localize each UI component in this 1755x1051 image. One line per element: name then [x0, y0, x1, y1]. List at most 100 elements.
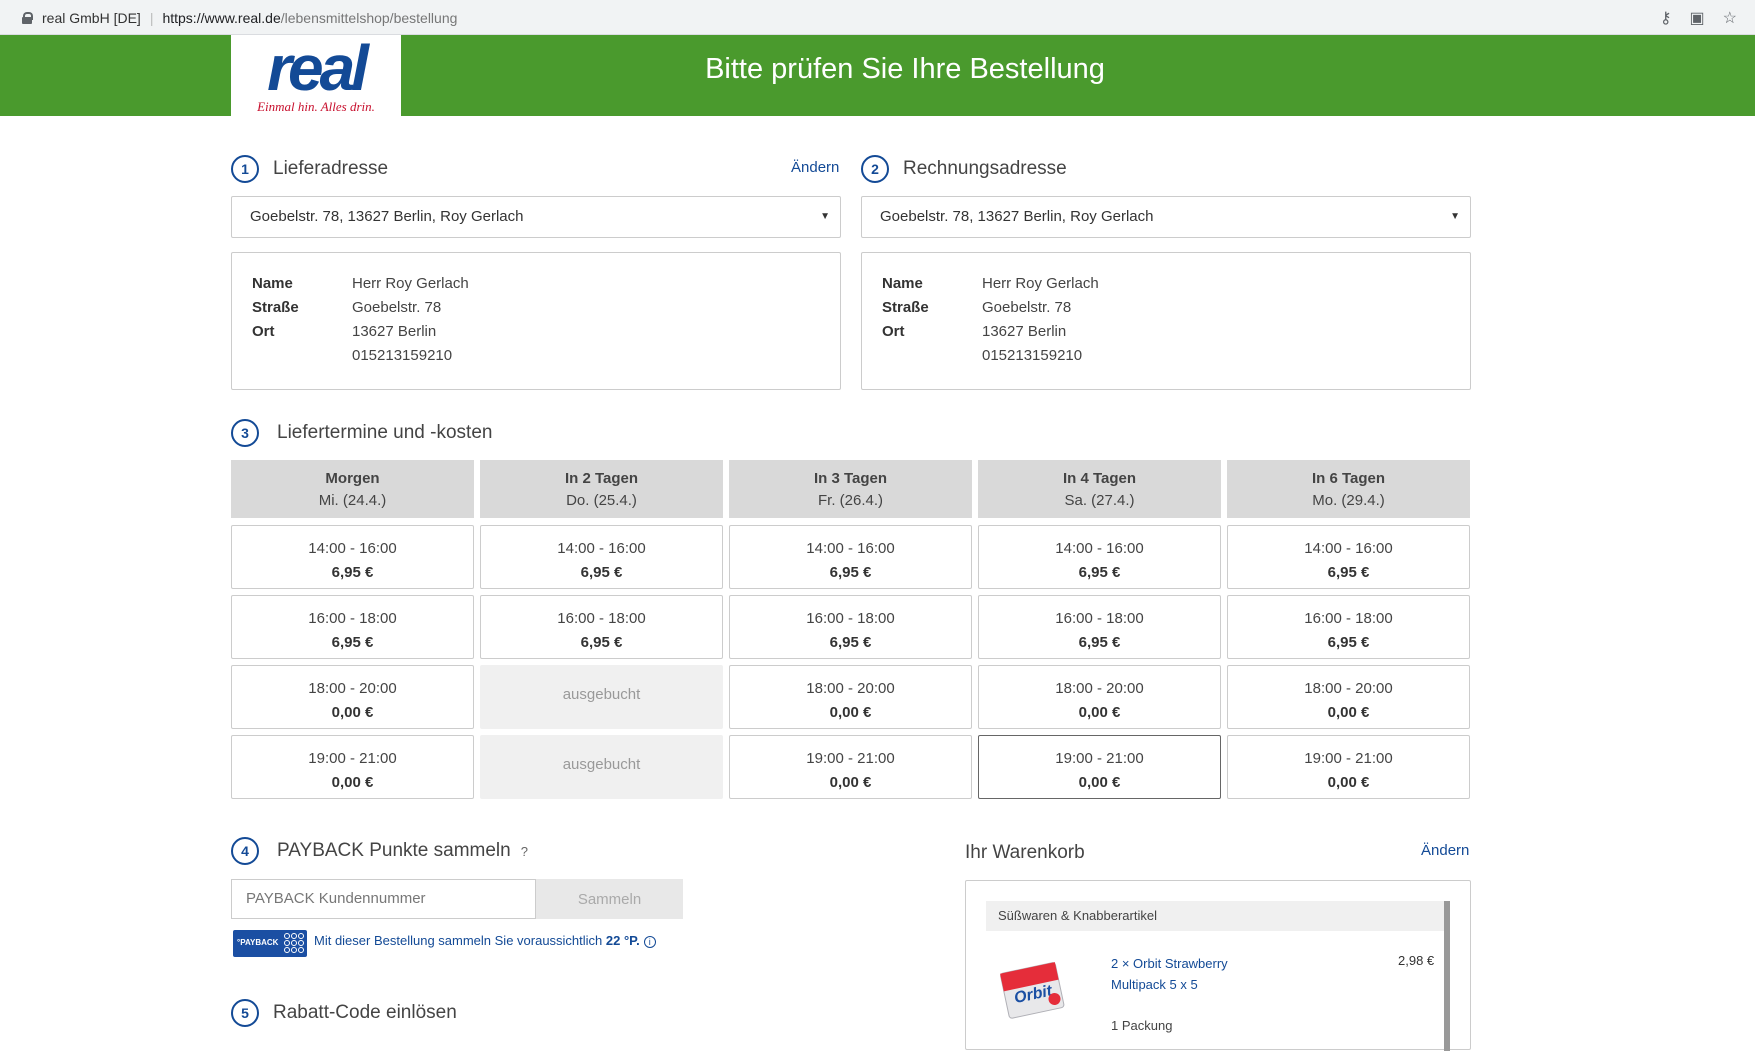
info-icon[interactable]: i [643, 936, 656, 948]
phone-value: 015213159210 [352, 347, 453, 364]
site-owner: real GmbH [DE] [42, 9, 141, 26]
step-number: 1 [231, 155, 259, 183]
slot-option[interactable]: 18:00 - 20:00 0,00 € [1227, 665, 1470, 729]
slot-booked: ausgebucht [480, 665, 723, 729]
change-cart-link[interactable]: Ändern [1421, 842, 1469, 859]
section-title: Rabatt-Code einlösen [273, 1002, 457, 1023]
slot-option[interactable]: 14:00 - 16:00 6,95 € [480, 525, 723, 589]
payback-logo-text: °PAYBACK [237, 938, 279, 947]
delivery-address-select[interactable]: Goebelstr. 78, 13627 Berlin, Roy Gerlach… [231, 196, 841, 238]
payback-number-input[interactable]: PAYBACK Kundennummer [231, 879, 536, 919]
translate-icon[interactable]: ▣ [1690, 8, 1705, 28]
slot-booked: ausgebucht [480, 735, 723, 799]
slot-option[interactable]: 14:00 - 16:00 6,95 € [1227, 525, 1470, 589]
day-date: Fr. (26.4.) [817, 492, 884, 509]
slot-time: 16:00 - 18:00 [557, 610, 646, 627]
slot-price: 0,00 € [1327, 704, 1370, 721]
page-title: Bitte prüfen Sie Ihre Bestellung [705, 53, 1105, 85]
slot-time: 16:00 - 18:00 [806, 610, 895, 627]
slot-option[interactable]: 14:00 - 16:00 6,95 € [978, 525, 1221, 589]
slot-option[interactable]: 19:00 - 21:00 0,00 € [1227, 735, 1470, 799]
slot-option[interactable]: 16:00 - 18:00 6,95 € [729, 595, 972, 659]
slot-option[interactable]: 16:00 - 18:00 6,95 € [978, 595, 1221, 659]
billing-address-details: Name Herr Roy Gerlach Straße Goebelstr. 78… [861, 252, 1471, 390]
collect-points-button[interactable]: Sammeln [536, 879, 683, 919]
product-image[interactable]: Orbit [998, 953, 1070, 1025]
discount-heading: 5 Rabatt-Code einlösen [231, 999, 457, 1027]
billing-address-select[interactable]: Goebelstr. 78, 13627 Berlin, Roy Gerlach… [861, 196, 1471, 238]
real-logo[interactable]: real Einmal hin. Alles drin. [231, 35, 401, 116]
slot-time: 18:00 - 20:00 [806, 680, 895, 697]
billing-address-heading: 2 Rechnungsadresse [861, 155, 1067, 183]
slot-price: 6,95 € [580, 634, 623, 651]
step-number: 2 [861, 155, 889, 183]
slot-option[interactable]: 18:00 - 20:00 0,00 € [231, 665, 474, 729]
section-title: PAYBACK Punkte sammeln [277, 840, 511, 861]
slot-option[interactable]: 14:00 - 16:00 6,95 € [231, 525, 474, 589]
slot-price: 0,00 € [1327, 774, 1370, 791]
url-path: /lebensmittelshop/bestellung [280, 9, 458, 26]
cart-panel: Süßwaren & Knabberartikel Orbit 2 × Orbi… [965, 880, 1471, 1051]
section-title: Rechnungsadresse [903, 158, 1067, 179]
payback-heading: 4 PAYBACK Punkte sammeln ? [231, 837, 528, 865]
slot-time: 16:00 - 18:00 [308, 610, 397, 627]
street-label: Straße [252, 299, 299, 316]
slot-price: 6,95 € [580, 564, 623, 581]
slot-price: 6,95 € [1327, 564, 1370, 581]
day-label: Morgen [325, 470, 380, 487]
slot-time: 18:00 - 20:00 [1304, 680, 1393, 697]
cart-scrollbar[interactable] [1444, 901, 1450, 1051]
slot-price: 0,00 € [1078, 704, 1121, 721]
day-header: Morgen Mi. (24.4.) [231, 460, 474, 518]
slot-option[interactable]: 19:00 - 21:00 0,00 € [231, 735, 474, 799]
slot-option[interactable]: 16:00 - 18:00 6,95 € [231, 595, 474, 659]
slot-price: 0,00 € [331, 704, 374, 721]
delivery-address-heading: 1 Lieferadresse [231, 155, 388, 183]
slot-option[interactable]: 18:00 - 20:00 0,00 € [729, 665, 972, 729]
day-label: In 4 Tagen [1062, 470, 1137, 487]
slot-option[interactable]: 14:00 - 16:00 6,95 € [729, 525, 972, 589]
section-title: Lieferadresse [273, 158, 389, 179]
slot-time: 14:00 - 16:00 [1304, 540, 1393, 557]
payback-logo: °PAYBACK [233, 930, 307, 957]
slot-time: 14:00 - 16:00 [1055, 540, 1144, 557]
slot-price: 6,95 € [331, 634, 374, 651]
slot-time: 16:00 - 18:00 [1304, 610, 1393, 627]
payback-note-text: Mit dieser Bestellung sammeln Sie voraus… [314, 933, 606, 948]
slot-selected[interactable]: 19:00 - 21:00 0,00 € [978, 735, 1221, 799]
slot-price: 0,00 € [1078, 774, 1121, 791]
url-field[interactable]: real GmbH [DE] | https://www.real.de/leb… [8, 4, 1658, 31]
slot-time: 14:00 - 16:00 [308, 540, 397, 557]
step-number: 5 [231, 999, 259, 1027]
slot-option[interactable]: 16:00 - 18:00 6,95 € [1227, 595, 1470, 659]
slot-option[interactable]: 19:00 - 21:00 0,00 € [729, 735, 972, 799]
day-label: In 6 Tagen [1311, 470, 1386, 487]
slot-time: 18:00 - 20:00 [308, 680, 397, 697]
lock-icon [22, 11, 33, 24]
slot-option[interactable]: 16:00 - 18:00 6,95 € [480, 595, 723, 659]
day-header: In 6 Tagen Mo. (29.4.) [1227, 460, 1470, 518]
slot-price: 6,95 € [829, 634, 872, 651]
key-icon[interactable]: ⚷ [1660, 8, 1672, 28]
name-label: Name [882, 275, 923, 292]
phone-value: 015213159210 [982, 347, 1083, 364]
name-label: Name [252, 275, 293, 292]
delivery-slots-heading: 3 Liefertermine und -kosten [231, 419, 492, 447]
day-date: Mo. (29.4.) [1312, 492, 1385, 509]
day-header: In 3 Tagen Fr. (26.4.) [729, 460, 972, 518]
product-price: 2,98 € [1398, 953, 1435, 968]
slot-price: 6,95 € [829, 564, 872, 581]
help-icon[interactable]: ? [521, 844, 528, 859]
browser-address-bar: real GmbH [DE] | https://www.real.de/leb… [0, 0, 1755, 35]
url-host: https://www.real.de [162, 9, 281, 26]
star-icon[interactable]: ☆ [1723, 8, 1737, 28]
day-header: In 2 Tagen Do. (25.4.) [480, 460, 723, 518]
product-name-link[interactable]: 2 × Orbit Strawberry Multipack 5 x 5 [1111, 953, 1271, 995]
slot-option[interactable]: 18:00 - 20:00 0,00 € [978, 665, 1221, 729]
street-label: Straße [882, 299, 929, 316]
change-delivery-address-link[interactable]: Ändern [791, 159, 839, 176]
name-value: Herr Roy Gerlach [982, 275, 1099, 292]
cart-title: Ihr Warenkorb [965, 842, 1085, 863]
chevron-down-icon: ▼ [1450, 211, 1460, 222]
day-header: In 4 Tagen Sa. (27.4.) [978, 460, 1221, 518]
